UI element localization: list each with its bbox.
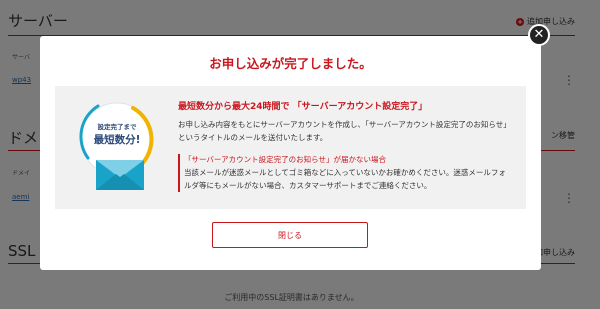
warning-block: 「サーバーアカウント設定完了のお知らせ」が届かない場合 当該メールが迷惑メールと… [178, 154, 508, 192]
close-icon[interactable]: ✕ [528, 24, 550, 46]
modal-title: お申し込みが完了しました。 [209, 56, 372, 71]
warning-body: 当該メールが迷惑メールとしてゴミ箱などに入っていないかお確かめください。迷惑メー… [184, 168, 506, 190]
completion-modal: お申し込みが完了しました。 設定完了まで 最短数分! 最短数分から最大24時間で… [40, 36, 541, 270]
badge-line2: 最短数分! [93, 134, 141, 146]
modal-body-text: お申し込み内容をもとにサーバーアカウントを作成し、「サーバーアカウント設定完了の… [178, 120, 507, 142]
badge-line1: 設定完了まで [97, 123, 137, 131]
envelope-icon [96, 160, 144, 190]
modal-headline: 最短数分から最大24時間で 「サーバーアカウント設定完了」 [178, 102, 428, 112]
close-button[interactable]: 閉じる [212, 222, 368, 248]
warning-title: 「サーバーアカウント設定完了のお知らせ」が届かない場合 [184, 155, 386, 164]
